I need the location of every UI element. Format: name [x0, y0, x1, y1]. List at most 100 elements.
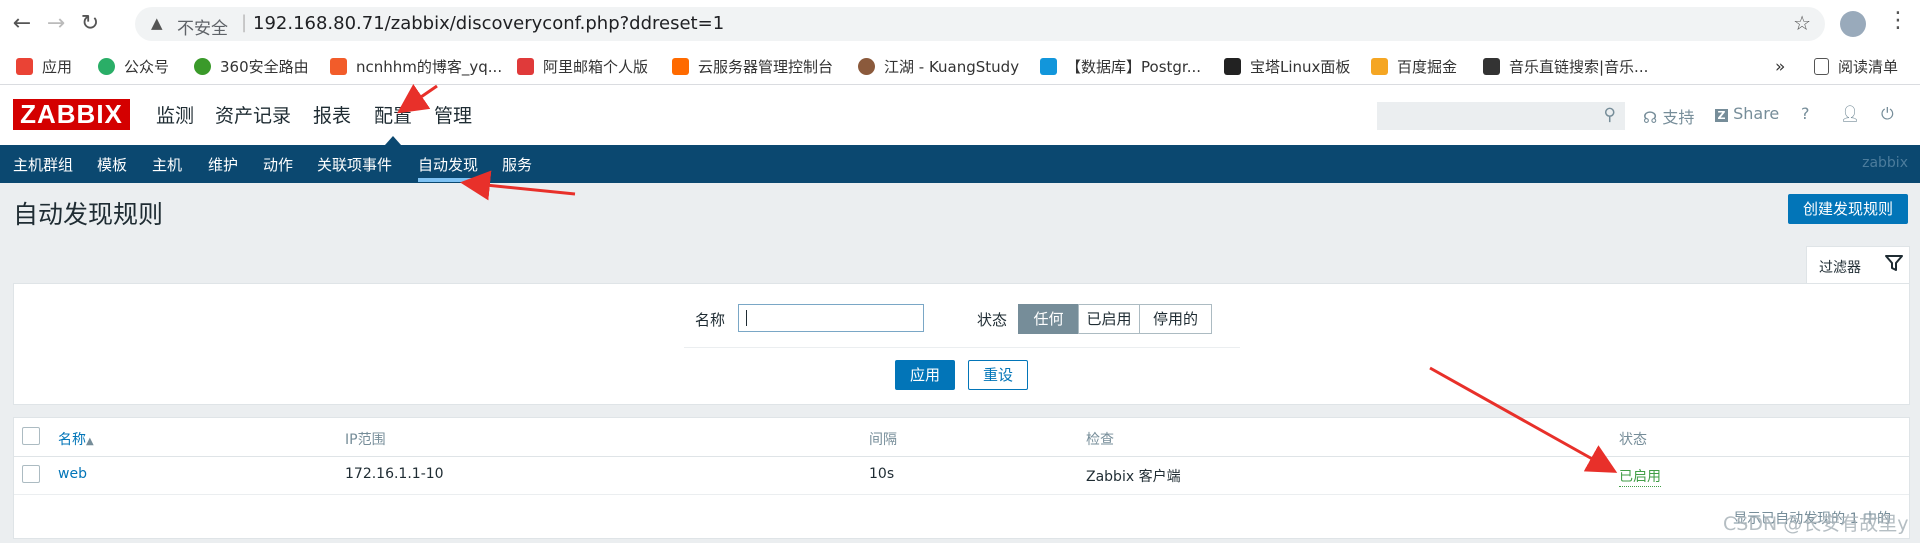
bookmark-baidu-juejin[interactable]: 百度掘金: [1371, 56, 1457, 78]
share-link[interactable]: Z Share: [1715, 104, 1779, 123]
top-menu-configuration[interactable]: 配置: [374, 101, 412, 128]
bookmark-kuangstudy[interactable]: 江湖 - KuangStudy: [858, 56, 1019, 78]
forward-arrow-icon[interactable]: →: [42, 10, 70, 38]
star-icon[interactable]: ☆: [1793, 11, 1811, 35]
music-icon: [1483, 58, 1500, 75]
status-option-disabled[interactable]: 停用的: [1139, 304, 1212, 334]
create-discovery-rule-button[interactable]: 创建发现规则: [1788, 194, 1908, 224]
rule-name-link[interactable]: web: [58, 466, 87, 482]
top-menu-reports[interactable]: 报表: [313, 101, 351, 128]
submenu-actions[interactable]: 动作: [263, 154, 293, 175]
rule-status-toggle[interactable]: 已启用: [1619, 466, 1661, 487]
bookmark-label: 音乐直链搜索|音乐...: [1509, 58, 1649, 76]
aliyun-icon: [672, 58, 689, 75]
bookmark-label: 宝塔Linux面板: [1250, 58, 1351, 76]
bookmark-csdn-blog[interactable]: ncnhhm的博客_yq...: [330, 56, 502, 78]
submenu-discovery[interactable]: 自动发现: [418, 154, 478, 175]
bookmark-apps[interactable]: 应用: [16, 56, 72, 78]
browser-menu-icon[interactable]: ⋮: [1887, 8, 1909, 33]
bookmarks-bar: 应用 公众号 360安全路由 ncnhhm的博客_yq... 阿里邮箱个人版 云…: [0, 48, 1920, 85]
bookmark-label: 【数据库】Postgr...: [1066, 58, 1202, 76]
submenu-host-groups[interactable]: 主机群组: [13, 154, 73, 175]
zabbix-header: ZABBIX 监测 资产记录 报表 配置 管理 ⚲ ☊ 支持 Z Share ?…: [0, 85, 1920, 146]
submenu-services[interactable]: 服务: [502, 154, 532, 175]
top-menu-inventory[interactable]: 资产记录: [215, 101, 291, 128]
column-header-ip-range: IP范围: [345, 432, 386, 448]
active-menu-caret: [385, 136, 401, 145]
address-separator: |: [241, 12, 248, 33]
bookmark-baota[interactable]: 宝塔Linux面板: [1224, 56, 1350, 78]
share-label: Share: [1733, 104, 1780, 123]
bookmark-label: 百度掘金: [1397, 58, 1458, 76]
url-text[interactable]: 192.168.80.71/zabbix/discoveryconf.php?d…: [253, 13, 724, 34]
column-header-interval: 间隔: [869, 432, 897, 448]
back-arrow-icon[interactable]: ←: [8, 10, 36, 38]
annotation-arrow: [460, 170, 576, 201]
share-z-icon: Z: [1715, 109, 1728, 122]
active-submenu-underline: [418, 178, 478, 182]
row-checkbox[interactable]: [22, 465, 40, 483]
server-name: zabbix: [1862, 155, 1908, 171]
status-option-any[interactable]: 任何: [1018, 304, 1079, 334]
filter-tab[interactable]: 过滤器: [1806, 246, 1910, 284]
top-menu-administration[interactable]: 管理: [434, 101, 472, 128]
bookmark-label: 江湖 - KuangStudy: [884, 58, 1020, 76]
filter-divider: [684, 347, 1240, 348]
user-profile-icon[interactable]: 👤︎: [1840, 104, 1860, 123]
kuangstudy-icon: [858, 58, 875, 75]
apply-button[interactable]: 应用: [895, 360, 955, 390]
mail-icon: [517, 58, 534, 75]
bookmark-aliyun-mail[interactable]: 阿里邮箱个人版: [517, 56, 648, 78]
bookmark-label: 阿里邮箱个人版: [543, 58, 649, 76]
bookmark-music[interactable]: 音乐直链搜索|音乐...: [1483, 56, 1648, 78]
bookmark-360-router[interactable]: 360安全路由: [194, 56, 309, 78]
submenu-templates[interactable]: 模板: [97, 154, 127, 175]
submenu-event-correlation[interactable]: 关联项事件: [317, 154, 392, 175]
360-icon: [194, 58, 211, 75]
search-icon[interactable]: ⚲: [1604, 105, 1616, 125]
bt-icon: [1224, 58, 1241, 75]
submenu-bar: 主机群组 模板 主机 维护 动作 关联项事件 自动发现 服务 zabbix: [0, 145, 1920, 183]
column-header-checks: 检查: [1086, 432, 1114, 448]
top-menu-monitoring[interactable]: 监测: [156, 101, 194, 128]
reading-list-icon: [1814, 58, 1829, 75]
support-link[interactable]: ☊ 支持: [1643, 104, 1694, 128]
reading-list[interactable]: 阅读清单: [1814, 56, 1898, 78]
headset-icon: ☊: [1643, 108, 1658, 127]
filter-panel: 名称 状态 任何 已启用 停用的 应用 重设: [13, 283, 1910, 405]
watermark: CSDN @长安有故里y: [1723, 513, 1909, 535]
column-header-name[interactable]: 名称▲: [58, 429, 94, 449]
insecure-label: 不安全: [177, 19, 228, 39]
bookmark-label: 应用: [42, 58, 73, 76]
bookmark-label: 云服务器管理控制台: [698, 58, 834, 76]
help-icon[interactable]: ?: [1801, 104, 1810, 123]
column-header-status: 状态: [1619, 432, 1647, 448]
warning-icon: ▲: [151, 14, 163, 32]
filter-tab-label: 过滤器: [1819, 260, 1861, 276]
status-option-enabled[interactable]: 已启用: [1078, 304, 1140, 334]
submenu-maintenance[interactable]: 维护: [208, 154, 238, 175]
bookmark-postgres[interactable]: 【数据库】Postgr...: [1040, 56, 1201, 78]
bookmark-aliyun-console[interactable]: 云服务器管理控制台: [672, 56, 833, 78]
bilibili-icon: [1040, 58, 1057, 75]
submenu-hosts[interactable]: 主机: [152, 154, 182, 175]
rule-interval: 10s: [869, 466, 895, 482]
csdn-icon: [330, 58, 347, 75]
address-bar[interactable]: ▲ 不安全 | 192.168.80.71/zabbix/discoveryco…: [135, 7, 1825, 41]
column-name-label: 名称: [58, 432, 86, 448]
select-all-checkbox[interactable]: [22, 427, 40, 445]
profile-avatar[interactable]: [1840, 11, 1866, 37]
bookmarks-more[interactable]: »: [1775, 56, 1785, 78]
rule-ip-range: 172.16.1.1-10: [345, 466, 444, 482]
zabbix-logo[interactable]: ZABBIX: [13, 99, 130, 130]
bookmark-gongzhonghao[interactable]: 公众号: [98, 56, 169, 78]
global-search-input[interactable]: ⚲: [1377, 102, 1625, 130]
page-title: 自动发现规则: [13, 200, 164, 229]
reload-icon[interactable]: ↻: [76, 10, 104, 38]
filter-name-input[interactable]: [738, 304, 924, 332]
juejin-icon: [1371, 58, 1388, 75]
reset-button[interactable]: 重设: [968, 360, 1028, 390]
sign-out-icon[interactable]: ⏻: [1881, 104, 1894, 124]
table-header-divider: [14, 456, 1909, 457]
bookmark-label: 公众号: [124, 58, 170, 76]
